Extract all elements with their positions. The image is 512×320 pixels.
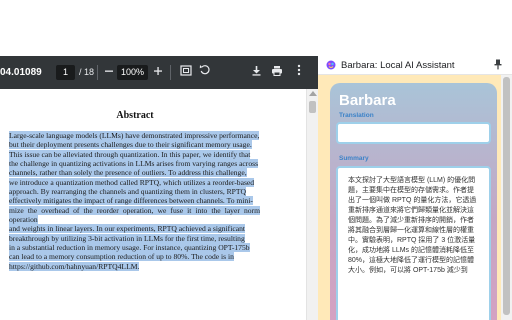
fit-to-page-icon (179, 65, 192, 76)
toolbar-divider (97, 65, 98, 80)
abstract-line-text: approach. By rearranging the channels an… (9, 187, 247, 197)
abstract-line: This issue can be alleviated through qua… (9, 149, 260, 159)
abstract-line: the challenge in quantizing activations … (9, 159, 260, 169)
abstract-line: effectively mitigates the impact of rang… (9, 196, 260, 206)
download-button[interactable] (248, 64, 265, 81)
abstract-line-text: effectively mitigates the impact of rang… (9, 196, 253, 206)
assistant-card: Barbara Translation Summary 本文探討了大型語言模型 … (330, 83, 497, 320)
translation-field[interactable] (336, 122, 491, 144)
abstract-line-text: can lead to a memory consumption reducti… (9, 252, 234, 262)
abstract-line: we introduce a quantization method calle… (9, 177, 260, 187)
page-number-input[interactable]: 1 (56, 65, 75, 80)
rotate-icon (199, 65, 210, 75)
abstract-line-text: and weights in linear layers. In our exp… (9, 224, 245, 234)
abstract-line: channels, rather than solely the presenc… (9, 168, 260, 178)
abstract-line: approach. By rearranging the channels an… (9, 187, 260, 197)
summary-label: Summary (339, 155, 369, 162)
pdf-viewer: 04.01089 1 / 18 100% Abstract Large-scal… (0, 0, 318, 320)
assistant-logo-icon (326, 60, 336, 70)
scroll-up-arrow-icon[interactable] (309, 91, 317, 96)
download-icon (252, 66, 261, 76)
print-icon (271, 66, 282, 76)
abstract-body[interactable]: Large-scale language models (LLMs) have … (9, 131, 260, 271)
page-total: / 18 (79, 67, 95, 77)
abstract-line: breakthrough by utilizing 3-bit activati… (9, 233, 260, 243)
abstract-heading: Abstract (116, 110, 154, 121)
abstract-line-text: Large-scale language models (LLMs) have … (9, 131, 260, 140)
pdf-toolbar: 04.01089 1 / 18 100% (0, 56, 318, 89)
zoom-out-button[interactable] (100, 64, 117, 81)
minus-icon (104, 70, 113, 72)
assistant-scrollbar[interactable] (501, 75, 512, 320)
assistant-title: Barbara: Local AI Assistant (341, 60, 455, 71)
summary-text[interactable]: 本文探討了大型語言模型 (LLM) 的優化問題，主要集中在模型的存儲需求。作者提… (336, 166, 491, 320)
pdf-scroll-thumb[interactable] (309, 101, 316, 113)
abstract-line-text: channels, rather than solely the presenc… (9, 168, 247, 178)
abstract-line: can lead to a memory consumption reducti… (9, 252, 260, 262)
abstract-line-text: in a substantial reduction in memory usa… (9, 243, 250, 253)
rotate-button[interactable] (196, 64, 213, 81)
screen: 04.01089 1 / 18 100% Abstract Large-scal… (0, 0, 512, 320)
card-title: Barbara (339, 92, 396, 109)
pdf-scrollbar[interactable] (306, 89, 318, 320)
plus-icon (153, 67, 162, 75)
assistant-header: Barbara: Local AI Assistant (318, 56, 512, 75)
zoom-in-button[interactable] (149, 64, 166, 81)
abstract-line: Large-scale language models (LLMs) have … (9, 131, 260, 140)
abstract-line: but their deployment presents challenges… (9, 140, 260, 150)
abstract-link[interactable]: https://github.com/hahnyuan/RPTQ4LLM. (9, 261, 140, 271)
abstract-line-text: we introduce a quantization method calle… (9, 177, 255, 187)
abstract-line: in a substantial reduction in memory usa… (9, 243, 260, 253)
abstract-line-text: but their deployment presents challenges… (9, 140, 252, 150)
assistant-side-panel: Barbara: Local AI Assistant Barbara Tran… (318, 56, 512, 320)
document-name: 04.01089 (0, 67, 42, 78)
pdf-top-blank (0, 0, 318, 56)
zoom-level-input[interactable]: 100% (117, 65, 148, 80)
more-options-button[interactable] (290, 64, 307, 81)
abstract-line-text: the challenge in quantizing activations … (9, 159, 259, 169)
abstract-line-text: breakthrough by utilizing 3-bit activati… (9, 233, 245, 243)
assistant-scroll-thumb[interactable] (503, 77, 510, 315)
fit-page-button[interactable] (177, 64, 194, 81)
toolbar-divider (170, 65, 171, 80)
more-vertical-icon (297, 64, 300, 76)
abstract-line: and weights in linear layers. In our exp… (9, 224, 260, 234)
print-button[interactable] (268, 64, 285, 81)
abstract-line: mize the overhead of the reorder operati… (9, 205, 260, 225)
pin-button[interactable] (494, 59, 502, 73)
pdf-page[interactable]: Abstract Large-scale language models (LL… (0, 89, 306, 320)
abstract-line: https://github.com/hahnyuan/RPTQ4LLM. (9, 261, 260, 271)
abstract-line-text: mize the overhead of the reorder operati… (9, 205, 260, 225)
abstract-line-text: This issue can be alleviated through qua… (9, 149, 251, 159)
translation-label: Translation (339, 112, 374, 119)
pin-icon (494, 59, 502, 70)
